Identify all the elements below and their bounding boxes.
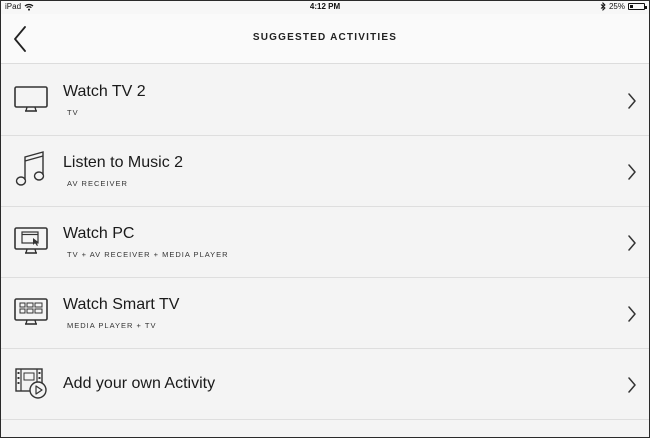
activity-row-watch-pc[interactable]: Watch PC TV + AV RECEIVER + MEDIA PLAYER bbox=[1, 207, 649, 278]
battery-icon bbox=[628, 3, 647, 10]
battery-fill bbox=[630, 5, 634, 8]
chevron-right-icon bbox=[628, 93, 636, 109]
clock: 4:12 PM bbox=[309, 2, 341, 11]
activity-title: Listen to Music 2 bbox=[63, 154, 184, 171]
activity-row-watch-tv-2[interactable]: Watch TV 2 TV bbox=[1, 65, 649, 136]
activity-row-watch-smart-tv[interactable]: Watch Smart TV MEDIA PLAYER + TV bbox=[1, 278, 649, 349]
bluetooth-icon bbox=[600, 2, 606, 11]
activity-subtitle: TV bbox=[67, 108, 79, 117]
smart-tv-icon bbox=[13, 294, 49, 330]
chevron-right-icon bbox=[628, 235, 636, 251]
activity-subtitle: MEDIA PLAYER + TV bbox=[67, 321, 157, 330]
activity-title: Watch PC bbox=[63, 225, 135, 242]
navigation-bar: SUGGESTED ACTIVITIES bbox=[1, 14, 649, 64]
battery-percent: 25% bbox=[608, 2, 625, 11]
activity-row-listen-to-music-2[interactable]: Listen to Music 2 AV RECEIVER bbox=[1, 136, 649, 207]
status-bar: iPad 4:12 PM 25% bbox=[1, 1, 649, 14]
activity-title: Watch Smart TV bbox=[63, 296, 180, 313]
page-title: SUGGESTED ACTIVITIES bbox=[252, 32, 398, 43]
activity-subtitle: TV + AV RECEIVER + MEDIA PLAYER bbox=[67, 250, 229, 259]
chevron-right-icon bbox=[628, 164, 636, 180]
status-right: 25% bbox=[600, 2, 647, 11]
activity-row-add-your-own[interactable]: Add your own Activity bbox=[1, 349, 649, 420]
chevron-right-icon bbox=[628, 377, 636, 393]
activity-title: Add your own Activity bbox=[63, 375, 216, 392]
activity-subtitle: AV RECEIVER bbox=[67, 179, 128, 188]
film-add-icon bbox=[13, 365, 49, 401]
pc-monitor-icon bbox=[13, 223, 49, 259]
activity-title: Watch TV 2 bbox=[63, 83, 146, 100]
activity-list: Watch TV 2 TV Listen to Music 2 AV RECEI… bbox=[1, 65, 649, 420]
tv-icon bbox=[13, 81, 49, 117]
app-window: iPad 4:12 PM 25% SUGGESTED ACTIVITIES Wa… bbox=[1, 1, 649, 437]
chevron-right-icon bbox=[628, 306, 636, 322]
music-note-icon bbox=[13, 151, 49, 188]
